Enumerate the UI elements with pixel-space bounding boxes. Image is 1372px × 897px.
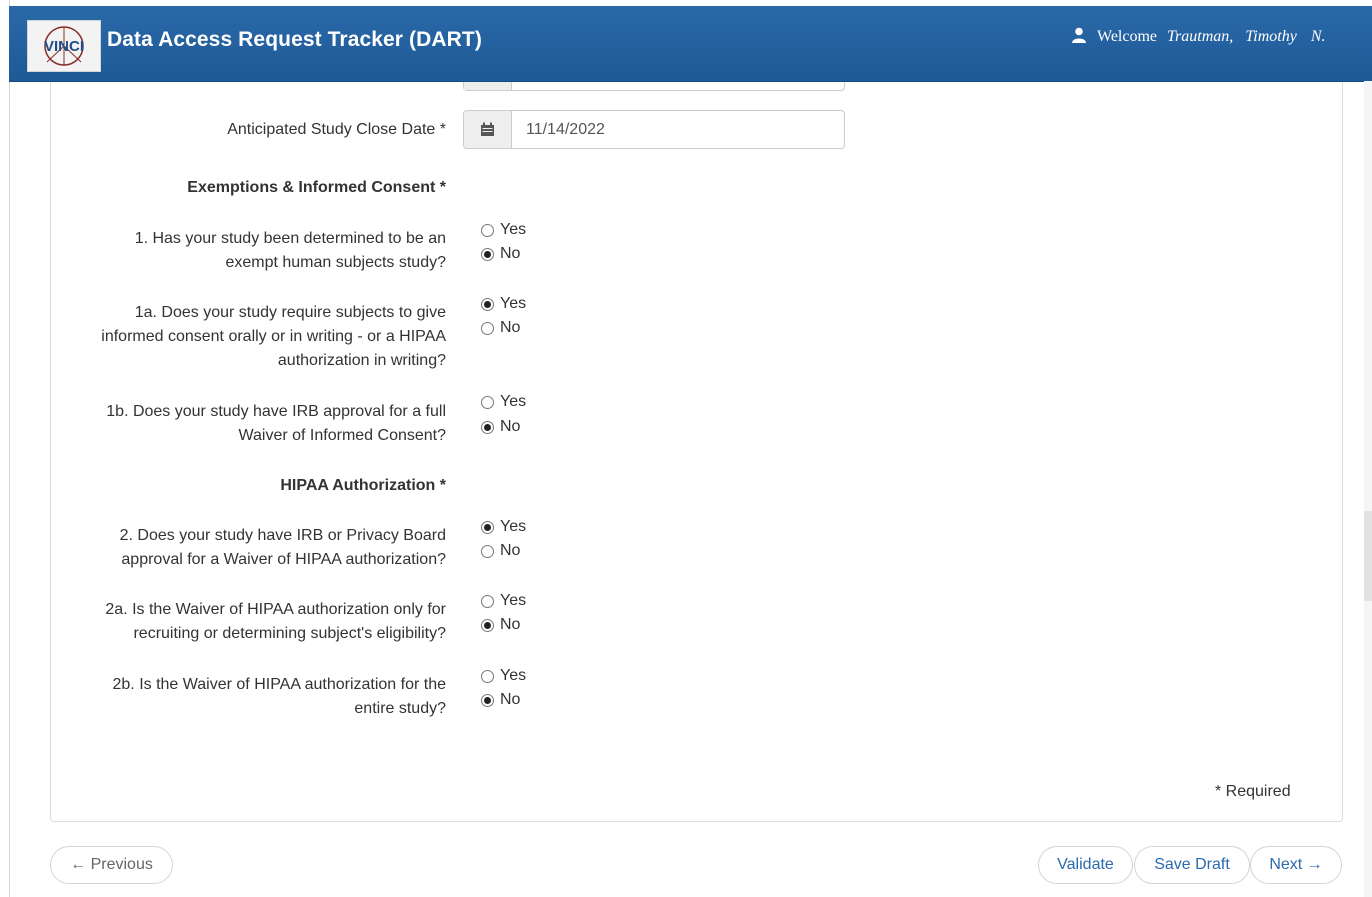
radio-no[interactable] [481,693,494,707]
vinci-logo[interactable]: VINCI [27,20,101,72]
question-2-yes[interactable]: Yes [481,516,526,538]
option-label: No [500,245,521,262]
option-label: No [500,616,521,633]
save-draft-button[interactable]: Save Draft [1134,846,1250,884]
radio-yes[interactable] [481,297,494,311]
question-line: authorization in writing? [277,352,446,369]
question-1-label: 1. Has your study been determined to be … [135,227,446,275]
section-hipaa-heading: HIPAA Authorization * [280,477,446,494]
option-label: No [500,542,521,559]
previous-button[interactable]: ← Previous [50,846,173,884]
question-2b-yes[interactable]: Yes [481,665,526,687]
close-date-label: Anticipated Study Close Date * [227,121,446,138]
question-2a-yes[interactable]: Yes [481,590,526,612]
scrollbar[interactable] [1364,81,1372,897]
next-button[interactable]: Next → [1250,846,1342,884]
radio-yes[interactable] [481,520,494,534]
question-line: 2b. Is the Waiver of HIPAA authorization… [112,676,447,693]
validate-button[interactable]: Validate [1038,846,1133,884]
question-2a-no[interactable]: No [481,614,520,636]
option-label: Yes [500,592,527,609]
user-first-name: Timothy [1245,28,1297,45]
window-left-edge [0,0,10,897]
option-label: Yes [500,221,527,238]
question-1a-yes[interactable]: Yes [481,293,526,315]
question-1a-label: 1a. Does your study require subjects to … [101,301,446,373]
question-1-no[interactable]: No [481,243,520,265]
calendar-icon[interactable] [464,111,512,148]
question-line: informed consent orally or in writing - … [101,328,446,345]
question-2-no[interactable]: No [481,540,520,562]
radio-no[interactable] [481,321,494,335]
option-label: Yes [500,295,527,312]
question-1a-no[interactable]: No [481,317,520,339]
question-line: entire study? [354,700,446,717]
app-title: Data Access Request Tracker (DART) [107,28,482,51]
option-label: No [500,691,521,708]
option-label: No [500,418,521,435]
question-1b-label: 1b. Does your study have IRB approval fo… [106,400,446,448]
question-2a-label: 2a. Is the Waiver of HIPAA authorization… [105,598,446,646]
question-line: exempt human subjects study? [225,254,446,271]
scrollbar-thumb[interactable] [1364,511,1372,601]
radio-no[interactable] [481,247,494,261]
close-date-input[interactable] [512,111,842,148]
user-middle-initial: N. [1310,28,1326,45]
question-1b-no[interactable]: No [481,416,520,438]
radio-no[interactable] [481,544,494,558]
option-label: No [500,319,521,336]
question-line: 2. Does your study have IRB or Privacy B… [119,527,446,544]
user-last-name: Trautman, [1167,28,1234,45]
question-line: approval for a Waiver of HIPAA authoriza… [121,551,446,568]
logo-text: VINCI [44,38,84,55]
question-line: Waiver of Informed Consent? [238,427,447,444]
radio-yes[interactable] [481,223,494,237]
app-header: VINCI Data Access Request Tracker (DART)… [9,6,1372,82]
question-line: 2a. Is the Waiver of HIPAA authorization… [105,601,446,618]
user-icon [1071,27,1087,48]
radio-yes[interactable] [481,395,494,409]
section-exemptions-heading: Exemptions & Informed Consent * [187,179,446,196]
close-date-field[interactable] [463,110,845,149]
option-label: Yes [500,667,527,684]
question-line: recruiting or determining subject's elig… [133,625,446,642]
option-label: Yes [500,518,527,535]
user-welcome[interactable]: Welcome Trautman, Timothy N. [1071,27,1326,48]
option-label: Yes [500,393,527,410]
question-1-yes[interactable]: Yes [481,219,526,241]
question-2b-no[interactable]: No [481,689,520,711]
radio-yes[interactable] [481,669,494,683]
radio-no[interactable] [481,618,494,632]
question-line: 1b. Does your study have IRB approval fo… [106,403,446,420]
question-2-label: 2. Does your study have IRB or Privacy B… [120,524,446,572]
vinci-logo-mark: VINCI [44,26,84,66]
required-note: * Required [1215,783,1291,800]
welcome-text: Welcome [1097,28,1158,45]
question-1b-yes[interactable]: Yes [481,391,526,413]
question-2b-label: 2b. Is the Waiver of HIPAA authorization… [113,673,447,721]
radio-no[interactable] [481,420,494,434]
radio-yes[interactable] [481,594,494,608]
previous-field-clipped[interactable] [463,82,845,91]
question-line: 1. Has your study been determined to be … [134,230,446,247]
question-line: 1a. Does your study require subjects to … [134,304,446,321]
